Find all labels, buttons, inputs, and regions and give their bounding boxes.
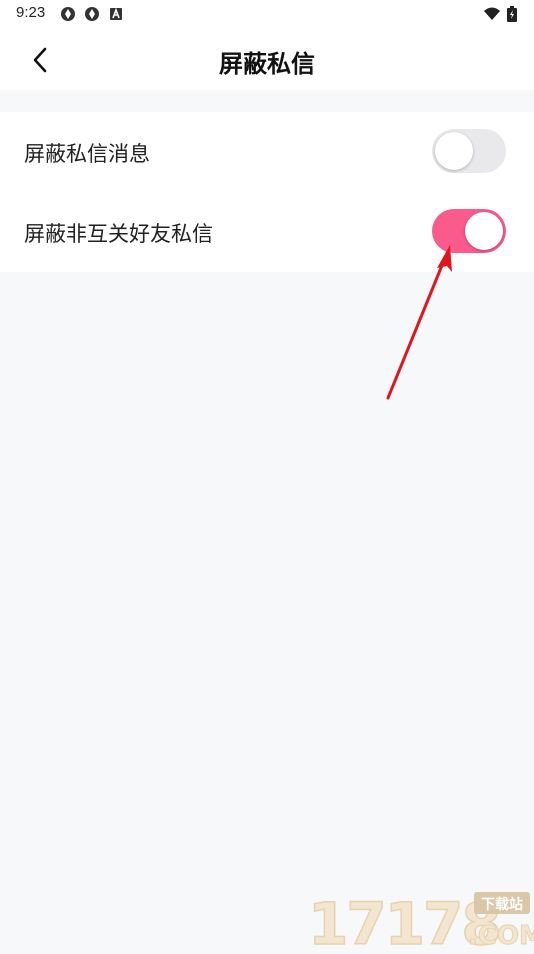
setting-row-block-non-mutual: 屏蔽非互关好友私信 — [0, 192, 534, 272]
aperture-icon — [85, 7, 99, 21]
toggle-knob — [435, 132, 473, 170]
block-messages-toggle[interactable] — [432, 129, 506, 173]
setting-row-block-messages: 屏蔽私信消息 — [0, 112, 534, 192]
settings-list: 屏蔽私信消息 屏蔽非互关好友私信 — [0, 112, 534, 272]
setting-label: 屏蔽私信消息 — [24, 142, 150, 166]
nav-bar: 屏蔽私信 — [0, 28, 534, 90]
status-bar: 9:23 — [0, 0, 534, 28]
page-title: 屏蔽私信 — [219, 50, 315, 78]
wifi-icon — [484, 7, 500, 20]
status-time: 9:23 — [16, 4, 46, 21]
watermark-logo: 17178 下载站 .COM — [306, 884, 534, 954]
watermark-badge: 下载站 — [481, 896, 523, 913]
watermark-domain: .COM — [468, 921, 534, 950]
aperture-icon — [61, 7, 75, 21]
battery-charging-icon — [507, 6, 517, 22]
app-a-icon — [110, 7, 122, 20]
watermark-graphic: 17178 下载站 .COM — [307, 889, 534, 954]
block-non-mutual-toggle[interactable] — [432, 209, 506, 253]
toggle-knob — [465, 212, 503, 250]
setting-label: 屏蔽非互关好友私信 — [24, 222, 213, 246]
